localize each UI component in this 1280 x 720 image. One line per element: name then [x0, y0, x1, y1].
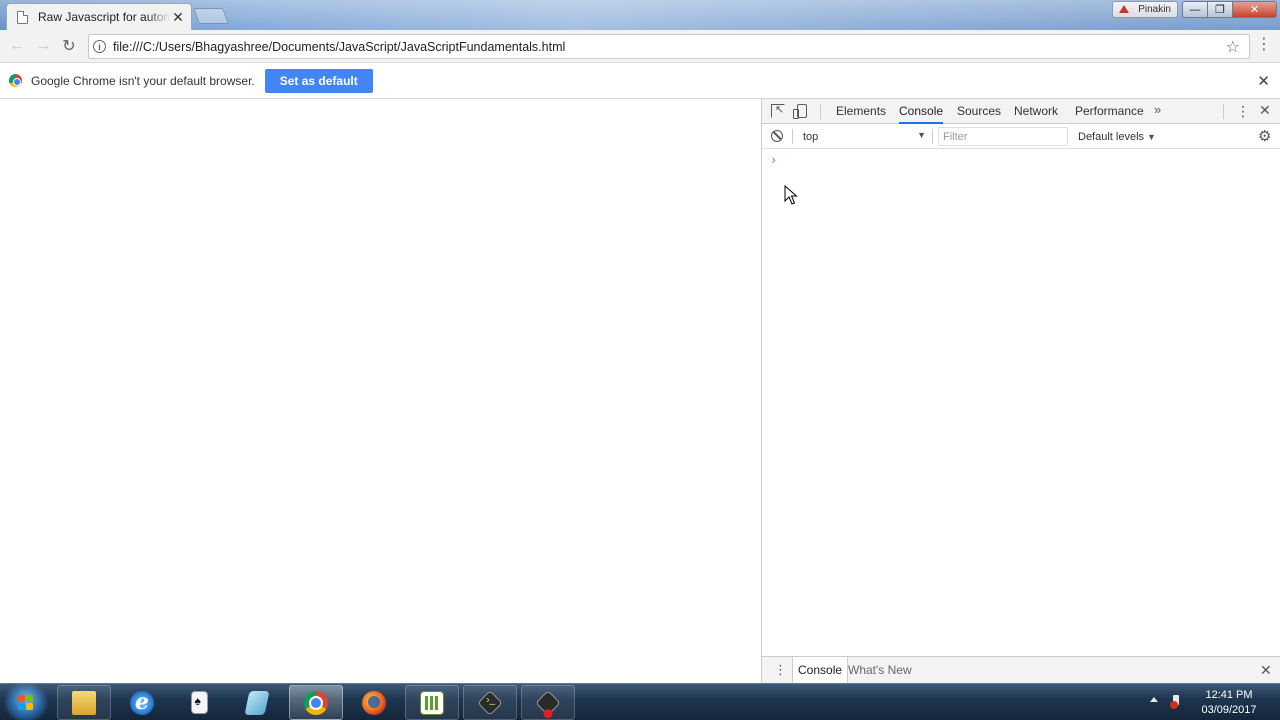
- notes-icon: [244, 690, 270, 715]
- clear-console-icon[interactable]: [771, 130, 783, 142]
- tray-app-icon[interactable]: [1170, 695, 1182, 709]
- drawer-tab-whats-new[interactable]: What's New: [843, 657, 917, 683]
- taskbar-explorer[interactable]: [57, 685, 111, 720]
- chrome-logo-icon: [9, 74, 22, 87]
- console-toolbar: top ▼ Default levels ▼ ⚙: [762, 124, 1280, 149]
- console-drawer: ⋮ Console What's New ✕: [762, 656, 1280, 683]
- start-button[interactable]: [8, 686, 44, 719]
- tab-title: Raw Javascript for automation: [38, 10, 171, 24]
- tab-sources[interactable]: Sources: [957, 99, 1001, 124]
- browser-toolbar: ← → ↻ i file:///C:/Users/Bhagyashree/Doc…: [0, 30, 1280, 63]
- clock-time: 12:41 PM: [1205, 689, 1253, 701]
- taskbar-internet-explorer[interactable]: [115, 685, 169, 720]
- internet-explorer-icon: [130, 689, 154, 715]
- console-settings-gear-icon[interactable]: ⚙: [1258, 127, 1271, 145]
- infobar-close-icon[interactable]: ✕: [1257, 72, 1270, 90]
- tab-network[interactable]: Network: [1014, 99, 1058, 124]
- solitaire-icon: [190, 691, 208, 714]
- tab-elements[interactable]: Elements: [836, 99, 886, 124]
- forward-button[interactable]: →: [30, 33, 56, 59]
- devtools-close-icon[interactable]: ✕: [1259, 102, 1271, 119]
- log-levels-label: Default levels: [1078, 130, 1145, 143]
- context-selector[interactable]: top ▼: [798, 127, 926, 146]
- tab-performance[interactable]: Performance: [1075, 99, 1144, 124]
- dropdown-arrow-icon: ▼: [917, 130, 926, 140]
- page-content[interactable]: [0, 99, 761, 683]
- browser-tab[interactable]: Raw Javascript for automation ✕: [6, 3, 192, 30]
- drawer-menu-icon[interactable]: ⋮: [774, 662, 787, 678]
- window-titlebar: Raw Javascript for automation ✕ Pinakin …: [0, 0, 1280, 30]
- taskbar-recorder[interactable]: [521, 685, 575, 720]
- inspect-element-icon[interactable]: [771, 103, 785, 118]
- default-browser-infobar: Google Chrome isn't your default browser…: [0, 63, 1280, 99]
- tab-close-icon[interactable]: ✕: [171, 10, 185, 24]
- taskbar-solitaire[interactable]: [172, 685, 226, 720]
- console-output[interactable]: ›: [762, 149, 1280, 657]
- address-bar[interactable]: i file:///C:/Users/Bhagyashree/Documents…: [88, 34, 1250, 59]
- set-as-default-button[interactable]: Set as default: [264, 68, 373, 93]
- show-hidden-icons-arrow-icon[interactable]: [1150, 697, 1158, 702]
- taskbar-terminal[interactable]: [463, 685, 517, 720]
- titlebar-glass: [0, 0, 1280, 30]
- minimize-button[interactable]: —: [1182, 1, 1208, 18]
- profile-button[interactable]: Pinakin: [1112, 1, 1178, 18]
- bookmark-star-icon[interactable]: ☆: [1226, 37, 1240, 57]
- toolbar-divider: [1223, 104, 1224, 119]
- more-tabs-icon[interactable]: »: [1154, 102, 1161, 117]
- page-icon: [17, 10, 28, 24]
- chrome-menu-icon[interactable]: ⋮: [1256, 37, 1272, 53]
- devtools-tabbar: Elements Console Sources Network Perform…: [762, 99, 1280, 124]
- devtools-menu-icon[interactable]: ⋮: [1236, 103, 1250, 120]
- reload-button[interactable]: ↻: [56, 33, 82, 59]
- windows-logo-icon: [18, 695, 34, 710]
- site-info-icon[interactable]: i: [93, 40, 106, 53]
- chrome-icon: [304, 690, 328, 715]
- windows-taskbar: 12:41 PM 03/09/2017: [0, 683, 1280, 720]
- taskbar-chrome[interactable]: [289, 685, 343, 720]
- window-close-button[interactable]: ✕: [1232, 1, 1277, 18]
- devtools-panel: Elements Console Sources Network Perform…: [761, 99, 1280, 683]
- clock-date: 03/09/2017: [1201, 704, 1257, 716]
- firefox-icon: [362, 690, 386, 715]
- toolbar-divider: [792, 129, 793, 144]
- new-tab-button[interactable]: [193, 8, 229, 24]
- taskbar-firefox[interactable]: [347, 685, 401, 720]
- profile-name: Pinakin: [1138, 4, 1171, 15]
- profile-avatar-icon: [1119, 5, 1129, 13]
- taskbar-notes[interactable]: [230, 685, 284, 720]
- folder-icon: [72, 690, 96, 715]
- chart-app-icon: [420, 690, 444, 715]
- maximize-button[interactable]: ❐: [1207, 1, 1233, 18]
- toolbar-divider: [820, 104, 821, 119]
- console-filter-input[interactable]: [938, 127, 1068, 146]
- toolbar-divider: [932, 129, 933, 144]
- device-toolbar-icon[interactable]: [793, 104, 807, 119]
- back-button[interactable]: ←: [4, 33, 30, 59]
- taskbar-chart-app[interactable]: [405, 685, 459, 720]
- recorder-icon: [535, 689, 561, 716]
- mouse-cursor-icon: [784, 184, 798, 205]
- log-levels-dropdown[interactable]: Default levels ▼: [1078, 127, 1156, 146]
- terminal-icon: [477, 689, 503, 716]
- drawer-close-icon[interactable]: ✕: [1260, 662, 1272, 679]
- tab-console[interactable]: Console: [899, 99, 944, 124]
- context-value: top: [803, 130, 819, 143]
- infobar-message: Google Chrome isn't your default browser…: [31, 73, 255, 88]
- system-clock[interactable]: 12:41 PM 03/09/2017: [1196, 688, 1262, 718]
- url-text[interactable]: file:///C:/Users/Bhagyashree/Documents/J…: [113, 40, 565, 54]
- console-prompt-icon[interactable]: ›: [770, 153, 777, 167]
- drawer-tab-console[interactable]: Console: [792, 657, 849, 683]
- dropdown-arrow-icon: ▼: [1147, 131, 1156, 142]
